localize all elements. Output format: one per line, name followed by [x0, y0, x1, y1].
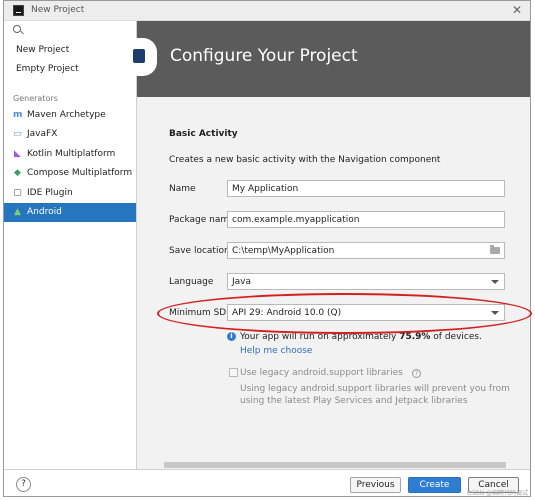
question-icon[interactable]: ?	[412, 369, 421, 378]
name-label: Name	[169, 184, 196, 194]
close-icon[interactable]: ✕	[512, 3, 522, 17]
package-name-field[interactable]: com.example.myapplication	[227, 211, 505, 228]
sidebar-item-compose-multiplatform[interactable]: ◆ Compose Multiplatform	[4, 164, 136, 183]
search-icon	[13, 25, 21, 33]
sidebar-item-label: Empty Project	[16, 64, 79, 74]
sidebar-item-empty-project[interactable]: Empty Project	[4, 60, 136, 79]
section-title: Basic Activity	[169, 129, 238, 139]
folder-icon[interactable]	[490, 245, 500, 254]
dialog-footer: ? Previous Create Cancel CSDN @招聘代码调试	[4, 469, 530, 497]
save-location-label: Save location	[169, 246, 230, 256]
sidebar-item-ide-plugin[interactable]: ▢ IDE Plugin	[4, 184, 136, 203]
legacy-support-description: Using legacy android.support libraries w…	[240, 384, 510, 406]
language-select[interactable]: Java	[227, 273, 505, 290]
window-title: New Project	[31, 5, 85, 15]
package-name-label: Package name	[169, 215, 235, 225]
horizontal-scrollbar[interactable]	[164, 462, 506, 468]
help-button[interactable]: ?	[16, 477, 31, 492]
sidebar-item-label: Compose Multiplatform	[27, 168, 133, 178]
create-button[interactable]: Create	[408, 477, 461, 493]
kotlin-icon: ◣	[14, 149, 21, 159]
sidebar-item-maven-archetype[interactable]: m Maven Archetype	[4, 106, 136, 125]
page-title: Configure Your Project	[170, 46, 358, 66]
sidebar-item-label: JavaFX	[27, 129, 58, 139]
intellij-app-icon	[13, 5, 24, 16]
new-project-window: New Project ✕ New Project Empty Project …	[3, 0, 531, 497]
compose-icon: ◆	[14, 168, 21, 178]
sidebar-item-label: IDE Plugin	[27, 188, 73, 198]
javafx-icon: ▭	[13, 129, 22, 139]
activity-description: Creates a new basic activity with the Na…	[169, 155, 441, 165]
sidebar-item-javafx[interactable]: ▭ JavaFX	[4, 125, 136, 144]
title-bar: New Project ✕	[4, 1, 530, 21]
sidebar-item-kotlin-multiplatform[interactable]: ◣ Kotlin Multiplatform	[4, 145, 136, 164]
plugin-icon: ▢	[13, 188, 22, 198]
watermark: CSDN @招聘代码调试	[466, 490, 528, 497]
info-icon: i	[227, 332, 236, 341]
language-value: Java	[232, 277, 252, 287]
name-value: My Application	[232, 184, 299, 194]
legacy-support-checkbox[interactable]	[229, 368, 238, 377]
package-name-value: com.example.myapplication	[232, 215, 360, 225]
save-location-value: C:\temp\MyApplication	[232, 246, 335, 256]
name-field[interactable]: My Application	[227, 180, 505, 197]
configure-form: Basic Activity Creates a new basic activ…	[137, 97, 530, 469]
sidebar-item-new-project[interactable]: New Project	[4, 41, 136, 60]
maven-icon: m	[13, 110, 23, 120]
sidebar-item-android[interactable]: ▲ Android	[4, 203, 136, 222]
red-annotation-ellipse	[157, 293, 532, 334]
generators-heading: Generators	[13, 94, 58, 103]
legacy-support-label: Use legacy android.support libraries	[240, 368, 403, 378]
sidebar-item-label: Android	[27, 207, 62, 217]
android-icon: ▲	[14, 207, 21, 217]
sidebar-item-label: Maven Archetype	[27, 110, 106, 120]
chevron-down-icon	[491, 280, 499, 284]
save-location-field[interactable]: C:\temp\MyApplication	[227, 242, 505, 259]
coverage-percent: 75.9%	[399, 332, 431, 342]
previous-button[interactable]: Previous	[350, 477, 401, 493]
project-type-sidebar: New Project Empty Project Generators m M…	[4, 21, 137, 469]
sidebar-item-label: New Project	[16, 45, 70, 55]
language-label: Language	[169, 277, 214, 287]
header-banner: Configure Your Project	[131, 21, 530, 97]
sidebar-item-label: Kotlin Multiplatform	[27, 149, 116, 159]
android-studio-logo	[131, 38, 157, 76]
sidebar-search[interactable]	[4, 21, 136, 39]
help-me-choose-link[interactable]: Help me choose	[240, 346, 312, 356]
